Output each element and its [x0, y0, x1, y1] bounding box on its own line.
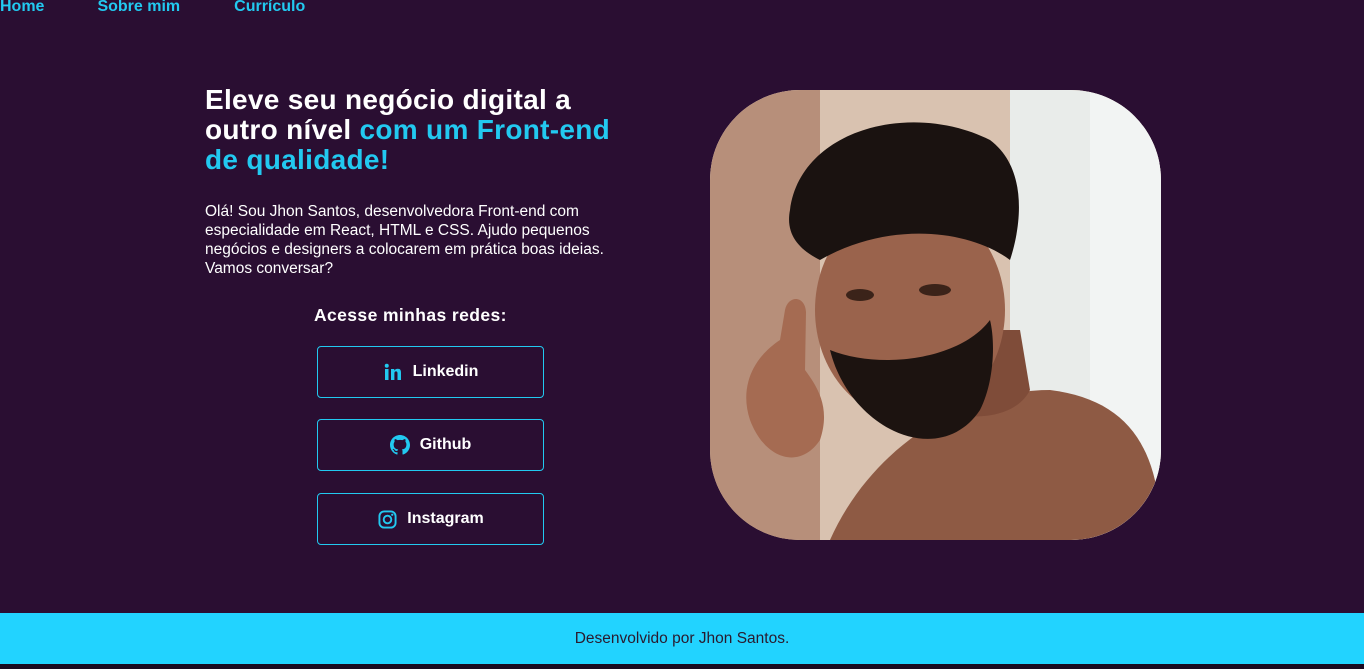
github-label: Github [419, 436, 472, 453]
social-title: Acesse minhas redes: [314, 305, 507, 325]
nav-link-home[interactable]: Home [0, 0, 44, 20]
instagram-button[interactable]: Instagram [317, 493, 544, 545]
site-footer: Desenvolvido por Jhon Santos. [0, 613, 1364, 664]
hero-headline: Eleve seu negócio digital a outro nível … [205, 85, 645, 175]
github-button[interactable]: Github [317, 419, 544, 471]
linkedin-icon [383, 362, 403, 382]
bottom-strip [0, 664, 1364, 669]
instagram-icon [377, 509, 397, 529]
nav-link-curriculo[interactable]: Currículo [234, 0, 305, 20]
linkedin-label: Linkedin [412, 363, 479, 380]
profile-photo-illustration [710, 90, 1161, 540]
footer-text: Desenvolvido por Jhon Santos. [574, 629, 790, 647]
instagram-label: Instagram [407, 510, 484, 527]
profile-photo [710, 90, 1161, 540]
linkedin-button[interactable]: Linkedin [317, 346, 544, 398]
top-nav: Home Sobre mim Currículo [0, 0, 305, 20]
github-icon [389, 435, 410, 455]
nav-link-sobre-mim[interactable]: Sobre mim [97, 0, 180, 20]
hero-intro: Olá! Sou Jhon Santos, desenvolvedora Fro… [205, 203, 604, 277]
